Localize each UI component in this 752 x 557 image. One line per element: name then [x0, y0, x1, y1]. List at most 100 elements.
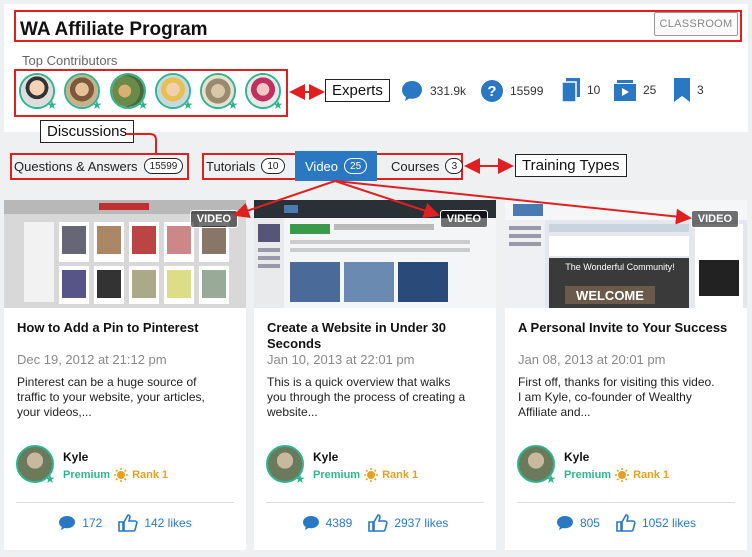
tab-tutorials[interactable]: Tutorials 10: [206, 152, 285, 180]
likes-count: 142 likes: [144, 516, 192, 530]
card-stats: 805 1052 likes: [505, 514, 747, 532]
stat-courses: 3: [673, 77, 704, 103]
card-title[interactable]: How to Add a Pin to Pinterest: [17, 320, 237, 336]
thumbs-up-icon: [368, 514, 388, 532]
sun-rank-icon: [114, 468, 129, 482]
likes-count: 2937 likes: [394, 516, 449, 530]
training-card[interactable]: VIDEO Create a Website in Under 30 Secon…: [254, 200, 496, 550]
training-types-callout: Training Types: [515, 154, 627, 177]
comments-stat[interactable]: 172: [58, 514, 102, 532]
sun-rank-icon: [615, 468, 630, 482]
divider: [16, 502, 234, 503]
comments-count: 805: [579, 516, 600, 530]
tab-video[interactable]: Video 25: [295, 151, 378, 181]
video-thumbnail[interactable]: VIDEO: [254, 200, 496, 308]
thumbs-up-icon: [118, 514, 138, 532]
star-icon: ★: [227, 98, 239, 112]
star-icon: ★: [46, 98, 58, 112]
video-badge: VIDEO: [690, 210, 739, 228]
stat-value: 331.9k: [430, 84, 467, 98]
count-badge: 10: [261, 158, 285, 174]
comments-count: 172: [82, 516, 103, 530]
membership-label: Premium: [564, 469, 612, 481]
author-meta: Premium Rank 1: [63, 468, 168, 482]
pages-icon: [561, 78, 580, 103]
thumbs-up-icon: [616, 514, 636, 532]
comments-stat[interactable]: 4389: [302, 514, 353, 532]
stat-videos: 25: [613, 78, 656, 102]
training-card[interactable]: VIDEO How to Add a Pin to Pinterest Dec …: [4, 200, 246, 550]
video-badge: VIDEO: [189, 210, 238, 228]
question-icon: ?: [481, 80, 503, 102]
comment-icon: [59, 516, 76, 530]
card-title[interactable]: Create a Website in Under 30 Seconds: [267, 320, 487, 352]
sun-rank-icon: [364, 468, 379, 482]
tab-courses[interactable]: Courses 3: [391, 152, 464, 180]
star-icon: ★: [182, 98, 194, 112]
membership-label: Premium: [63, 469, 111, 481]
stat-questions: ? 15599: [480, 79, 543, 103]
divider: [266, 502, 484, 503]
card-date: Dec 19, 2012 at 21:12 pm: [17, 352, 167, 367]
comment-icon: [302, 516, 319, 530]
chat-bubble-icon: [402, 81, 422, 101]
card-excerpt: First off, thanks for visiting this vide…: [518, 375, 715, 419]
video-thumbnail[interactable]: WELCOME The Wonderful Community! VIDEO: [505, 200, 747, 308]
svg-text:?: ?: [487, 83, 496, 100]
card-stats: 172 142 likes: [4, 514, 246, 532]
video-badge: VIDEO: [439, 210, 488, 228]
experts-callout: Experts: [325, 79, 390, 102]
page-title: WA Affiliate Program: [20, 19, 208, 40]
comment-icon: [556, 516, 573, 530]
membership-label: Premium: [313, 469, 361, 481]
likes-stat[interactable]: 2937 likes: [368, 514, 448, 532]
rank-label: Rank 1: [382, 469, 419, 481]
stat-value: 15599: [510, 84, 544, 98]
tab-label: Video: [305, 158, 339, 174]
comments-count: 4389: [325, 516, 353, 530]
stat-value: 3: [697, 83, 704, 97]
author-name[interactable]: Kyle: [564, 450, 589, 464]
tab-label: Questions & Answers: [14, 158, 138, 174]
tab-label: Tutorials: [206, 158, 256, 174]
tab-questions-answers[interactable]: Questions & Answers 15599: [14, 152, 184, 180]
tab-label: Courses: [391, 158, 440, 174]
star-icon: ★: [545, 472, 557, 486]
card-excerpt: This is a quick overview that walks you …: [267, 375, 466, 419]
count-badge: 3: [445, 158, 464, 174]
star-icon: ★: [44, 472, 56, 486]
card-date: Jan 08, 2013 at 20:01 pm: [518, 352, 666, 367]
stat-discussions: 331.9k: [400, 79, 466, 103]
star-icon: ★: [272, 98, 284, 112]
rank-label: Rank 1: [132, 469, 169, 481]
video-folder-icon: [614, 80, 636, 101]
comments-stat[interactable]: 805: [556, 514, 600, 532]
top-contributors-label: Top Contributors: [22, 53, 118, 68]
star-icon: ★: [294, 472, 306, 486]
video-thumbnail[interactable]: VIDEO: [4, 200, 246, 308]
card-date: Jan 10, 2013 at 22:01 pm: [267, 352, 415, 367]
likes-stat[interactable]: 142 likes: [118, 514, 192, 532]
likes-stat[interactable]: 1052 likes: [616, 514, 696, 532]
divider: [517, 502, 735, 503]
classroom-button[interactable]: CLASSROOM: [654, 12, 738, 36]
stat-tutorials: 10: [561, 77, 600, 103]
star-icon: ★: [91, 98, 103, 112]
bookmark-icon: [674, 78, 690, 102]
discussions-callout: Discussions: [40, 120, 135, 143]
card-title[interactable]: A Personal Invite to Your Success: [518, 320, 738, 336]
author-name[interactable]: Kyle: [313, 450, 338, 464]
training-card[interactable]: WELCOME The Wonderful Community! VIDEO A…: [505, 200, 747, 550]
author-meta: Premium Rank 1: [564, 468, 669, 482]
welcome-sign-text: WELCOME: [576, 288, 644, 303]
likes-count: 1052 likes: [641, 516, 697, 530]
card-excerpt: Pinterest can be a huge source of traffi…: [17, 375, 205, 419]
author-name[interactable]: Kyle: [63, 450, 88, 464]
stat-value: 10: [587, 83, 601, 97]
star-icon: ★: [137, 98, 149, 112]
rank-label: Rank 1: [633, 469, 670, 481]
count-badge: 25: [344, 158, 368, 174]
community-banner-text: The Wonderful Community!: [565, 262, 674, 272]
stat-value: 25: [643, 83, 657, 97]
author-meta: Premium Rank 1: [313, 468, 418, 482]
